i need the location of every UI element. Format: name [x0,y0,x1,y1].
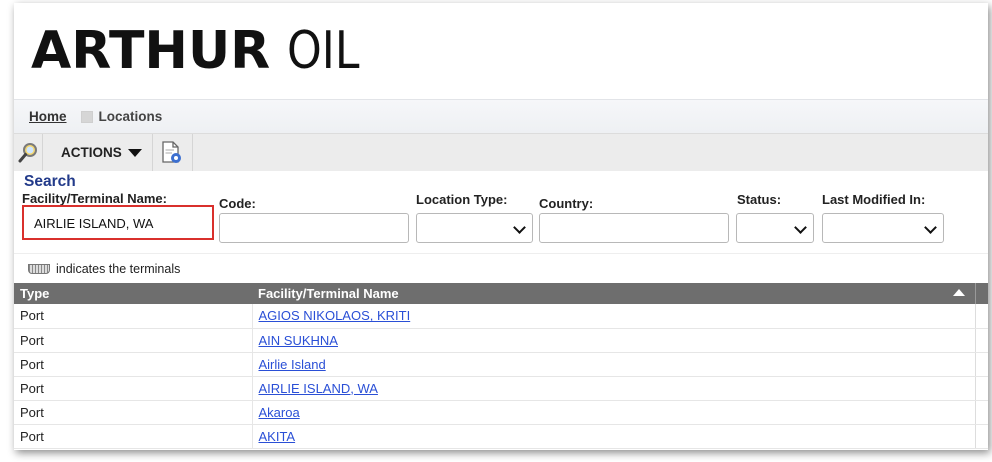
document-settings-button[interactable] [153,134,193,171]
table-row: Port Akaroa [14,400,988,425]
terminal-icon [28,263,50,274]
terminal-legend-text: indicates the terminals [56,261,181,276]
cell-overflow [975,352,988,377]
search-magnifier-icon [18,142,37,162]
cell-overflow [975,304,988,329]
facility-name-label: Facility/Terminal Name: [22,191,167,206]
cell-type: Port [14,376,252,401]
table-row: Port AKITA [14,424,988,449]
column-header-facility-name[interactable]: Facility/Terminal Name [252,283,976,304]
document-settings-icon [162,140,182,163]
cell-facility-name-link[interactable]: Akaroa [251,400,976,425]
cell-overflow [975,400,988,425]
country-input[interactable] [539,213,729,243]
caret-down-icon [127,148,142,157]
search-panel: Search Facility/Terminal Name: AIRLIE IS… [14,171,988,253]
location-type-select[interactable] [416,213,533,243]
code-input[interactable] [219,213,409,243]
brand-name-bold: ARTHUR [31,21,271,81]
cell-type: Port [14,424,252,449]
breadcrumb-home-link[interactable]: Home [29,109,67,124]
search-toggle-button[interactable] [14,138,42,168]
brand-header: ARTHUR OIL [14,3,988,99]
table-row: Port AGIOS NIKOLAOS, KRITI [14,304,988,329]
table-row: Port Airlie Island [14,352,988,377]
column-header-type[interactable]: Type [14,283,252,304]
last-modified-label: Last Modified In: [822,192,926,207]
cell-type: Port [14,352,252,377]
cell-overflow [975,328,988,353]
facility-name-highlight [22,205,214,240]
table-row: Port AIN SUKHNA [14,328,988,353]
locations-table: Type Facility/Terminal Name Port AGIOS N… [14,283,988,449]
location-type-label: Location Type: [416,192,508,207]
cell-facility-name-link[interactable]: AIN SUKHNA [251,328,976,353]
table-row: Port AIRLIE ISLAND, WA [14,376,988,401]
actions-menu-button[interactable]: ACTIONS [42,134,153,171]
actions-label: ACTIONS [61,145,122,160]
table-header-row: Type Facility/Terminal Name [14,283,988,304]
status-select[interactable] [736,213,814,243]
sort-ascending-icon [953,289,965,296]
breadcrumb: Home Locations [14,99,988,133]
column-header-facility-label: Facility/Terminal Name [258,286,399,301]
brand-name-thin: OIL [286,21,360,81]
code-label: Code: [219,196,256,211]
cell-facility-name-link[interactable]: AKITA [251,424,976,449]
cell-facility-name-link[interactable]: AGIOS NIKOLAOS, KRITI [251,304,976,329]
cell-facility-name-link[interactable]: Airlie Island [251,352,976,377]
breadcrumb-current: Locations [98,109,163,124]
cell-type: Port [14,400,252,425]
app-window: ARTHUR OIL Home Locations ACTIONS Search… [14,3,988,450]
toolbar: ACTIONS [14,133,988,171]
cell-overflow [975,424,988,449]
cell-facility-name-link[interactable]: AIRLIE ISLAND, WA [251,376,976,401]
column-header-overflow [975,283,988,304]
breadcrumb-separator-icon [80,110,93,123]
last-modified-select[interactable] [822,213,944,243]
cell-type: Port [14,304,252,329]
terminal-legend: indicates the terminals [14,253,988,283]
brand-logo: ARTHUR OIL [31,21,988,81]
status-label: Status: [737,192,782,207]
cell-type: Port [14,328,252,353]
cell-overflow [975,376,988,401]
search-title: Search [24,173,76,190]
country-label: Country: [539,196,594,211]
